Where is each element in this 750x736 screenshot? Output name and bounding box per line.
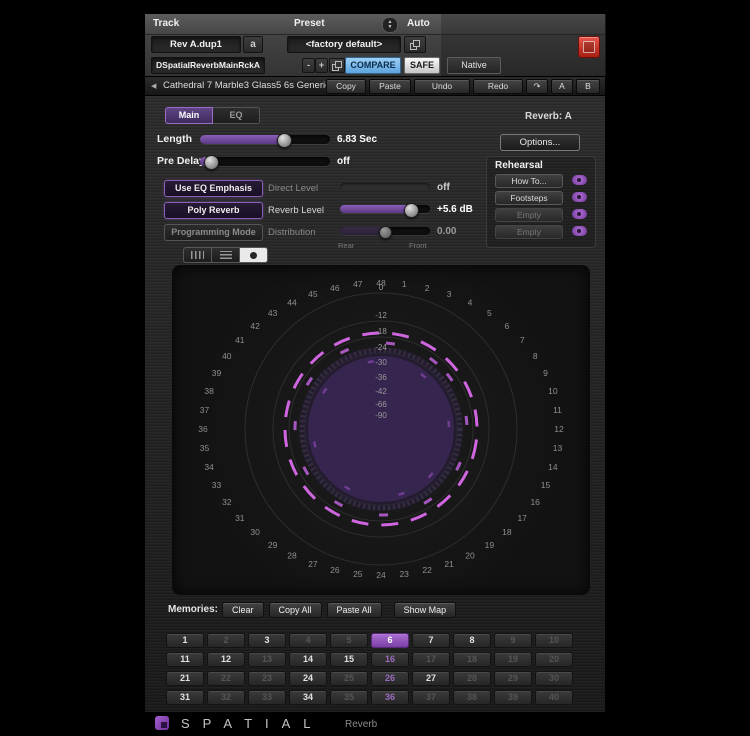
- current-setting-name[interactable]: Cathedral 7 Marble3 Glass5 6s Generic: [163, 80, 330, 91]
- native-selector[interactable]: Native: [447, 57, 501, 74]
- memory-button-30[interactable]: 30: [535, 671, 573, 686]
- track-column-label: Track: [153, 18, 179, 29]
- dspatial-logo-icon: [155, 716, 169, 730]
- plugin-footer: SPATIAL Reverb: [145, 712, 605, 734]
- preset-increment-button[interactable]: +: [315, 58, 328, 73]
- previous-setting-icon[interactable]: ◀: [151, 82, 156, 90]
- copy-button[interactable]: Copy: [326, 79, 366, 94]
- target-button[interactable]: [578, 36, 600, 58]
- copy-a-to-b-icon[interactable]: ↷: [526, 79, 548, 94]
- setting-b-button[interactable]: B: [576, 79, 600, 94]
- plugin-settings-menu-button[interactable]: [329, 58, 345, 73]
- safe-button[interactable]: SAFE: [404, 57, 440, 74]
- memory-button-15[interactable]: 15: [330, 652, 368, 667]
- memory-button-23[interactable]: 23: [248, 671, 286, 686]
- preset-column-label: Preset: [294, 18, 325, 29]
- memory-button-3[interactable]: 3: [248, 633, 286, 648]
- librarian-bar: ◀ Cathedral 7 Marble3 Glass5 6s Generic …: [145, 76, 605, 96]
- memory-button-17[interactable]: 17: [412, 652, 450, 667]
- memory-button-37[interactable]: 37: [412, 690, 450, 705]
- auto-column-label: Auto: [407, 18, 430, 29]
- memory-button-14[interactable]: 14: [289, 652, 327, 667]
- settings-menu-icon: [332, 61, 342, 71]
- setting-a-button[interactable]: A: [551, 79, 573, 94]
- redo-button[interactable]: Redo: [473, 79, 523, 94]
- memory-button-40[interactable]: 40: [535, 690, 573, 705]
- memory-button-1[interactable]: 1: [166, 633, 204, 648]
- preset-decrement-button[interactable]: -: [302, 58, 315, 73]
- memory-button-13[interactable]: 13: [248, 652, 286, 667]
- memory-button-6[interactable]: 6: [371, 633, 409, 648]
- memory-button-38[interactable]: 38: [453, 690, 491, 705]
- memory-button-20[interactable]: 20: [535, 652, 573, 667]
- memory-button-27[interactable]: 27: [412, 671, 450, 686]
- memory-button-22[interactable]: 22: [207, 671, 245, 686]
- memory-button-28[interactable]: 28: [453, 671, 491, 686]
- memory-button-10[interactable]: 10: [535, 633, 573, 648]
- librarian-buttons: Copy Paste Undo Redo ↷ A B: [326, 79, 600, 94]
- brand-name: SPATIAL: [181, 716, 324, 731]
- protools-plugin-header: Track Preset Auto ▲▼ Rev A.dup1 a <facto…: [145, 14, 605, 76]
- memory-button-33[interactable]: 33: [248, 690, 286, 705]
- memory-button-2[interactable]: 2: [207, 633, 245, 648]
- memory-button-29[interactable]: 29: [494, 671, 532, 686]
- plugin-window: Track Preset Auto ▲▼ Rev A.dup1 a <facto…: [145, 14, 605, 732]
- memory-button-5[interactable]: 5: [330, 633, 368, 648]
- memory-grid: 1234567891011121314151617181920212223242…: [145, 96, 605, 712]
- preset-selector[interactable]: <factory default>: [287, 36, 401, 53]
- memory-button-32[interactable]: 32: [207, 690, 245, 705]
- memory-button-11[interactable]: 11: [166, 652, 204, 667]
- memory-button-4[interactable]: 4: [289, 633, 327, 648]
- track-letter-button[interactable]: a: [243, 36, 263, 53]
- memory-button-21[interactable]: 21: [166, 671, 204, 686]
- preset-nav-arrows-icon[interactable]: ▲▼: [382, 17, 398, 33]
- track-selector[interactable]: Rev A.dup1: [151, 36, 241, 53]
- compare-button[interactable]: COMPARE: [345, 57, 401, 74]
- paste-button[interactable]: Paste: [369, 79, 411, 94]
- memory-button-31[interactable]: 31: [166, 690, 204, 705]
- target-icon: [583, 41, 595, 53]
- memory-button-7[interactable]: 7: [412, 633, 450, 648]
- memory-button-34[interactable]: 34: [289, 690, 327, 705]
- insert-name-selector[interactable]: DSpatialReverbMainRckA: [151, 57, 265, 74]
- memory-button-26[interactable]: 26: [371, 671, 409, 686]
- memory-button-16[interactable]: 16: [371, 652, 409, 667]
- memory-button-39[interactable]: 39: [494, 690, 532, 705]
- memory-button-25[interactable]: 25: [330, 671, 368, 686]
- memory-button-36[interactable]: 36: [371, 690, 409, 705]
- memory-button-35[interactable]: 35: [330, 690, 368, 705]
- memory-button-8[interactable]: 8: [453, 633, 491, 648]
- duplicate-icon: [410, 40, 420, 50]
- memory-button-9[interactable]: 9: [494, 633, 532, 648]
- brand-suffix: Reverb: [345, 719, 377, 730]
- undo-button[interactable]: Undo: [414, 79, 470, 94]
- memory-button-19[interactable]: 19: [494, 652, 532, 667]
- preset-duplicate-button[interactable]: [404, 36, 426, 53]
- memory-button-12[interactable]: 12: [207, 652, 245, 667]
- dspatial-reverb-panel: Main EQ Reverb: A Length 6.83 Sec Option…: [145, 96, 605, 712]
- memory-button-24[interactable]: 24: [289, 671, 327, 686]
- memory-button-18[interactable]: 18: [453, 652, 491, 667]
